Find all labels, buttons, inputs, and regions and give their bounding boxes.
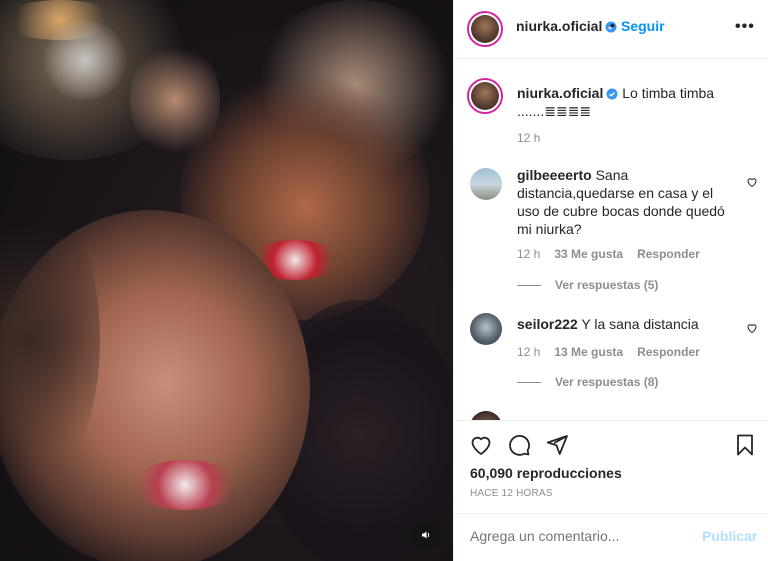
comments-list[interactable]: niurka.oficial Lo timba timba .......≣≣≣… — [454, 60, 768, 420]
reply-button[interactable]: Responder — [637, 247, 700, 261]
post-header: niurka.oficial • Seguir ••• — [454, 0, 768, 59]
comment-meta: 12 h 13 Me gusta Responder — [517, 345, 700, 359]
comment-avatar[interactable] — [470, 168, 502, 200]
post-video[interactable] — [0, 0, 453, 561]
header-separator: • — [610, 17, 615, 33]
post-actions: 60,090 reproducciones HACE 12 HORAS — [454, 420, 768, 513]
background-person — [40, 20, 130, 100]
post-timestamp[interactable]: HACE 12 HORAS — [470, 488, 553, 499]
selfie-smile — [130, 460, 240, 510]
like-comment-heart-icon[interactable] — [746, 176, 758, 188]
share-send-icon[interactable] — [545, 433, 569, 457]
author-avatar[interactable] — [467, 11, 503, 47]
caption-time: 12 h — [517, 131, 541, 145]
comment-likes[interactable]: 33 Me gusta — [554, 247, 623, 261]
comment-input[interactable] — [470, 528, 690, 544]
comment-username-link[interactable]: seilor222 — [517, 316, 578, 332]
caption-username-link[interactable]: niurka.oficial — [517, 85, 603, 101]
comment-time: 12 h — [517, 247, 541, 261]
reply-button[interactable]: Responder — [637, 345, 700, 359]
post-side-panel: niurka.oficial • Seguir ••• niurka.ofici… — [453, 0, 768, 561]
comment-text-block: seilor222 Y la sana distancia — [517, 315, 733, 333]
add-comment-bar: Publicar — [454, 513, 768, 561]
speaker-icon — [422, 531, 430, 539]
caption-avatar[interactable] — [467, 78, 503, 114]
view-replies-button[interactable]: Ver respuestas (5) — [517, 278, 658, 292]
comment-avatar[interactable] — [470, 313, 502, 345]
follow-button[interactable]: Seguir — [621, 18, 665, 34]
verified-badge-icon — [606, 88, 618, 100]
comment-bubble-icon[interactable] — [507, 433, 531, 457]
comment-text: Y la sana distancia — [581, 316, 699, 332]
view-count[interactable]: 60,090 reproducciones — [470, 465, 622, 481]
like-heart-icon[interactable] — [469, 433, 493, 457]
comment-username-link[interactable]: gilbeeeerto — [517, 167, 592, 183]
comment-time: 12 h — [517, 345, 541, 359]
view-replies-button[interactable]: Ver respuestas (8) — [517, 375, 658, 389]
like-comment-heart-icon[interactable] — [746, 322, 758, 334]
comment-text-block: gilbeeeerto Sana distancia,quedarse en c… — [517, 166, 733, 238]
sound-toggle-button[interactable] — [412, 521, 440, 549]
comment-likes[interactable]: 13 Me gusta — [554, 345, 623, 359]
caption: niurka.oficial Lo timba timba .......≣≣≣… — [517, 84, 747, 120]
post-comment-button[interactable]: Publicar — [702, 528, 757, 544]
comment-avatar[interactable] — [470, 411, 502, 420]
save-bookmark-icon[interactable] — [733, 433, 757, 457]
more-options-icon[interactable]: ••• — [735, 18, 755, 36]
comment-meta: 12 h 33 Me gusta Responder — [517, 247, 700, 261]
author-username-link[interactable]: niurka.oficial — [516, 18, 617, 34]
